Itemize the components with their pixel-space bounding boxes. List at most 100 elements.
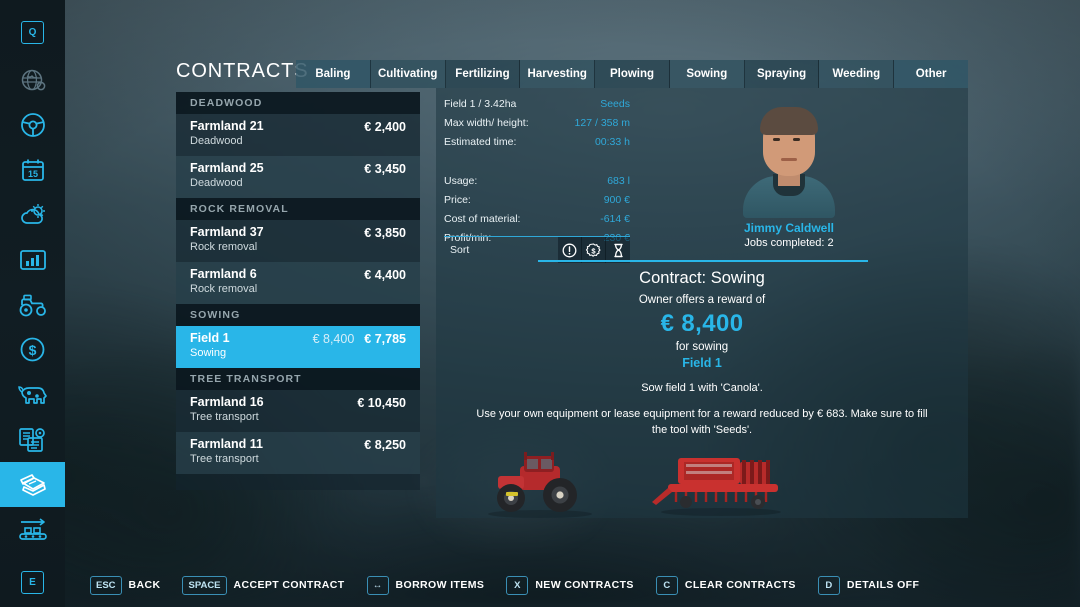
sidebar-item-map-overview[interactable] <box>0 57 65 102</box>
contract-prices: € 8,400 € 7,785 <box>313 332 406 346</box>
help-details-off[interactable]: D DETAILS OFF <box>817 575 920 595</box>
page-title: CONTRACTS <box>176 60 309 82</box>
sidebar-item-production[interactable] <box>0 417 65 462</box>
sidebar-item-weather[interactable] <box>0 192 65 237</box>
contract-price: € 2,400 <box>364 120 406 134</box>
contract-title: Contract: Sowing <box>639 269 765 287</box>
stat-value: -614 € <box>600 212 630 225</box>
contract-note: Use your own equipment or lease equipmen… <box>476 408 928 436</box>
contract-price: € 4,400 <box>364 268 406 282</box>
contract-detail-panel: Field 1 / 3.42ha Seeds Max width/ height… <box>436 88 968 518</box>
owner-name: Jimmy Caldwell <box>743 221 835 235</box>
contract-list[interactable]: DEADWOOD Farmland 21 Deadwood € 2,400 Fa… <box>176 92 420 490</box>
contract-prices: € 8,250 <box>364 438 406 452</box>
help-borrow-items[interactable]: ↔ BORROW ITEMS <box>366 575 485 595</box>
stat-key: Cost of material: <box>444 212 521 225</box>
tab-harvesting[interactable]: Harvesting <box>520 60 596 88</box>
help-back[interactable]: ESC BACK <box>90 575 161 595</box>
stat-value: 900 € <box>603 193 630 206</box>
stat-row: Field 1 / 3.42ha Seeds <box>444 94 630 113</box>
contract-type: Tree transport <box>190 453 259 465</box>
stat-row: Price: 900 € <box>444 190 630 209</box>
group-header-deadwood: DEADWOOD <box>176 92 420 114</box>
contract-type: Tree transport <box>190 411 259 423</box>
key-esc-icon: ESC <box>90 575 122 595</box>
contract-type: Deadwood <box>190 135 243 147</box>
help-clear-contracts[interactable]: C CLEAR CONTRACTS <box>655 575 796 595</box>
contract-prices: € 3,450 <box>364 162 406 176</box>
tab-spraying[interactable]: Spraying <box>744 60 820 88</box>
tractor-icon <box>19 294 46 316</box>
key-arrows-icon: ↔ <box>366 575 389 595</box>
group-header-tree-transport: TREE TRANSPORT <box>176 368 420 390</box>
stat-key: Usage: <box>444 174 478 187</box>
contract-type: Rock removal <box>190 241 258 253</box>
stat-value: 683 l <box>607 174 630 187</box>
stat-key: Estimated time: <box>444 135 517 148</box>
list-item-selected[interactable]: Field 1 Sowing € 8,400 € 7,785 <box>176 326 420 368</box>
list-item[interactable]: Farmland 6 Rock removal € 4,400 <box>176 262 420 304</box>
help-new-contracts[interactable]: X NEW CONTRACTS <box>506 575 634 595</box>
key-d-icon: D <box>817 575 840 595</box>
contract-for-line: for sowing <box>675 341 729 353</box>
tab-cultivating[interactable]: Cultivating <box>370 60 446 88</box>
stats-spacer <box>444 151 630 171</box>
contracts-icon <box>19 473 46 496</box>
stat-value: 127 / 358 m <box>574 116 630 129</box>
production-icon <box>18 427 45 452</box>
help-label: NEW CONTRACTS <box>535 579 634 591</box>
help-accept-contract[interactable]: SPACE ACCEPT CONTRACT <box>182 575 344 595</box>
contract-price: € 3,450 <box>364 162 406 176</box>
sort-label: Sort <box>450 243 470 256</box>
avatar-mouth <box>781 158 797 161</box>
exclamation-circle-icon <box>562 243 577 257</box>
contract-price: € 7,785 <box>364 332 406 346</box>
bar-chart-icon <box>19 249 46 270</box>
avatar-eye-left <box>773 138 780 141</box>
weather-icon <box>20 203 45 224</box>
contract-offer-line: Owner offers a reward of <box>638 294 766 306</box>
contract-reward: € 8,400 <box>660 310 744 337</box>
list-item[interactable]: Farmland 37 Rock removal € 3,850 <box>176 220 420 262</box>
sidebar-item-contracts[interactable] <box>0 462 65 507</box>
sidebar-item-calendar[interactable]: 15 <box>0 147 65 192</box>
stat-key: Price: <box>444 193 471 206</box>
contract-prices: € 2,400 <box>364 120 406 134</box>
svg-text:$: $ <box>591 246 596 255</box>
sidebar-item-construction[interactable] <box>0 507 65 552</box>
sidebar-item-vehicles[interactable] <box>0 102 65 147</box>
contract-prices: € 3,850 <box>364 226 406 240</box>
contract-summary: Contract: Sowing Owner offers a reward o… <box>436 260 968 438</box>
tab-weeding[interactable]: Weeding <box>819 60 895 88</box>
left-sidebar: Q 15 $ E <box>0 0 65 607</box>
category-tabs: Baling Cultivating Fertilizing Harvestin… <box>296 60 969 88</box>
tab-plowing[interactable]: Plowing <box>595 60 670 88</box>
tab-fertilizing[interactable]: Fertilizing <box>445 60 521 88</box>
help-label: DETAILS OFF <box>846 579 920 591</box>
tab-other[interactable]: Other <box>894 60 969 88</box>
contract-field: Field 1 <box>682 356 722 370</box>
list-item[interactable]: Farmland 21 Deadwood € 2,400 <box>176 114 420 156</box>
contract-type: Rock removal <box>190 283 258 295</box>
tab-baling[interactable]: Baling <box>296 60 371 88</box>
list-item[interactable]: Farmland 11 Tree transport € 8,250 <box>176 432 420 474</box>
seeder-image <box>652 458 781 516</box>
tab-sowing[interactable]: Sowing <box>669 60 745 88</box>
list-item[interactable]: Farmland 25 Deadwood € 3,450 <box>176 156 420 198</box>
sidebar-item-animals[interactable] <box>0 372 65 417</box>
equipment-preview <box>436 446 968 518</box>
sidebar-item-finances[interactable]: $ <box>0 327 65 372</box>
sidebar-item-garage[interactable] <box>0 282 65 327</box>
group-header-sowing: SOWING <box>176 304 420 326</box>
stat-row: Cost of material: -614 € <box>444 209 630 228</box>
help-label: BACK <box>128 579 161 591</box>
contract-price-original: € 8,400 <box>312 332 355 346</box>
contract-type: Sowing <box>190 347 227 359</box>
help-label: BORROW ITEMS <box>395 579 485 591</box>
sidebar-item-statistics[interactable] <box>0 237 65 282</box>
stat-value: Seeds <box>600 97 630 110</box>
owner-jobs-completed: Jobs completed: 2 <box>744 237 834 249</box>
list-item[interactable]: Farmland 16 Tree transport € 10,450 <box>176 390 420 432</box>
hourglass-icon <box>613 243 623 257</box>
sidebar-item-menu-key-q[interactable]: Q <box>0 10 65 55</box>
